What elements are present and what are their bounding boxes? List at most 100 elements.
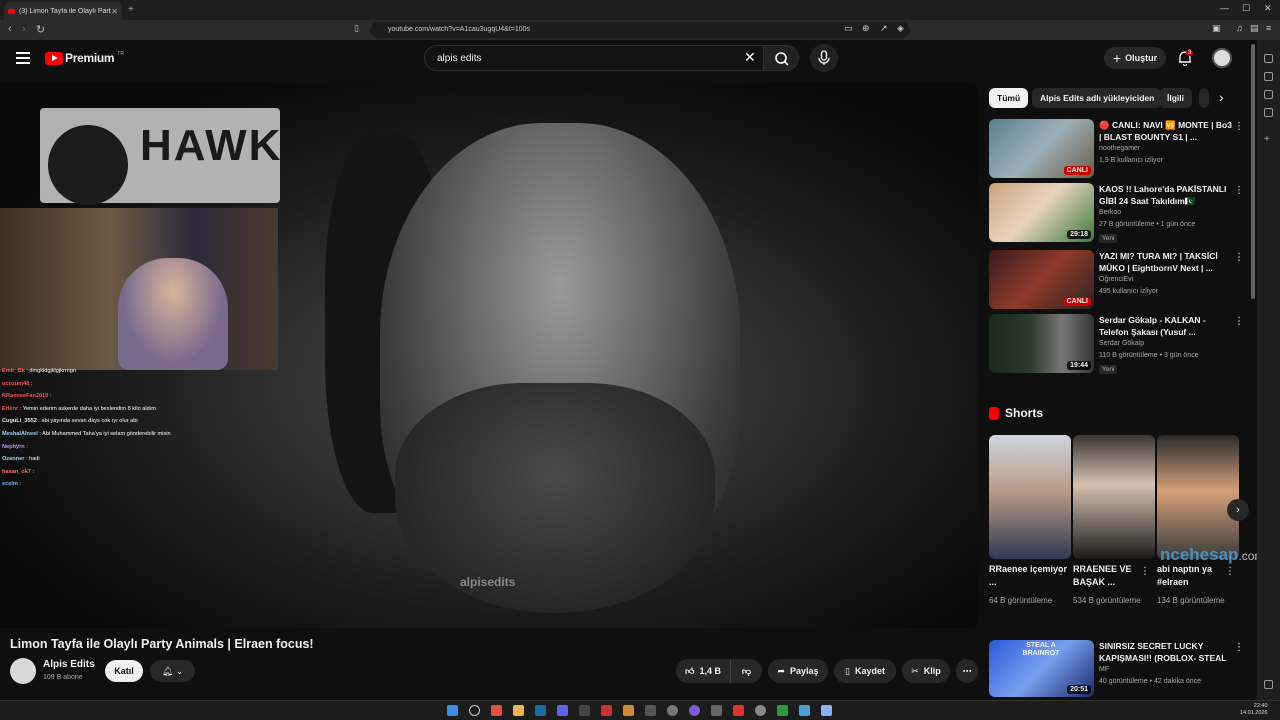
search-input[interactable]: alpis edits (424, 45, 764, 71)
shorts-logo-icon (989, 406, 999, 420)
save-label: Kaydet (854, 666, 885, 676)
video-player[interactable]: HAWK Emir_Bk : dmgkldgjklgjkrrngn ucozum4… (0, 83, 979, 628)
recommendation-item[interactable]: STEAL A BRAINROT 20:51 SINIRSIZ SECRET L… (989, 640, 1245, 700)
short-more-icon[interactable]: ⋮ (1225, 566, 1235, 577)
browser-tab[interactable]: (3) Limon Tayfa ile Olaylı Party A ✕ (4, 2, 122, 20)
maximize-icon[interactable]: ☐ (1242, 3, 1250, 14)
more-actions-button[interactable]: ⋯ (956, 659, 978, 683)
thumbnail-text: STEAL A BRAINROT (1022, 642, 1060, 657)
taskbar: 22:40 14.01.2026 (0, 700, 1280, 720)
close-window-icon[interactable]: ✕ (1264, 3, 1272, 14)
dislike-button[interactable]: 👎︎ (730, 659, 762, 683)
discord-icon[interactable] (557, 705, 568, 716)
hamburger-menu-icon[interactable] (16, 52, 30, 64)
like-button[interactable]: 👍︎ 1,4 B (676, 659, 730, 683)
steam-icon[interactable] (535, 705, 546, 716)
media-icon[interactable]: ♫ (1236, 23, 1243, 33)
create-button[interactable]: + Oluştur (1104, 47, 1166, 69)
share-page-icon[interactable]: ↗ (880, 23, 888, 34)
start-icon[interactable] (447, 705, 458, 716)
live-badge: CANLI (1063, 297, 1091, 306)
more-icon: ⋯ (962, 665, 972, 676)
channel-name[interactable]: Alpis Edits (43, 659, 95, 670)
sidebar-panel-icon[interactable] (1264, 90, 1273, 99)
chip-related[interactable]: İlgili (1159, 88, 1192, 108)
more-options-icon[interactable]: ⋮ (1234, 185, 1244, 196)
chat-text: abi yayında sevan days cok ıyı olur abi (41, 418, 138, 425)
chip-all[interactable]: Tümü (989, 88, 1029, 108)
app-icon[interactable] (821, 705, 832, 716)
chips-next-icon[interactable]: › (1219, 89, 1224, 105)
clip-button[interactable]: ✂ Klip (902, 659, 950, 683)
recommendation-item[interactable]: CANLI 🔴 CANLI: NAVI 🆚 MONTE | Bo3 | BLAS… (989, 119, 1245, 179)
new-tab-icon[interactable]: + (128, 4, 134, 15)
app-icon[interactable] (579, 705, 590, 716)
sidebar-panel-icon[interactable] (1264, 72, 1273, 81)
short-thumbnail[interactable] (1157, 435, 1239, 559)
recommendation-item[interactable]: CANLI YAZI MI? TURA MI? | TAKSİCİ MÜKO |… (989, 250, 1245, 310)
app-icon[interactable] (601, 705, 612, 716)
chat-message: Emir_Bk : dmgkldgjklgjkrrngn (2, 368, 77, 374)
short-more-icon[interactable]: ⋮ (1056, 566, 1066, 577)
youtube-favicon-icon (8, 8, 15, 14)
browser-sidebar: + (1257, 40, 1280, 700)
clear-search-icon[interactable]: ✕ (744, 49, 756, 66)
live-badge: CANLI (1063, 166, 1091, 175)
sidebar-toggle-icon[interactable]: ▣ (1212, 23, 1221, 34)
sidebar-panel-icon[interactable] (1264, 54, 1273, 63)
close-tab-icon[interactable]: ✕ (111, 7, 118, 16)
minimize-icon[interactable]: — (1220, 3, 1229, 13)
shorts-next-button[interactable]: › (1227, 499, 1249, 521)
settings-icon[interactable] (1264, 680, 1273, 689)
obs-icon[interactable] (689, 705, 700, 716)
share-button[interactable]: ➦ Paylaş (768, 659, 828, 683)
zoom-icon[interactable]: ⊕ (862, 23, 870, 34)
short-thumbnail[interactable] (989, 435, 1071, 559)
subscription-bell-button[interactable]: 🔔︎ ⌄ (150, 660, 195, 682)
app-icon[interactable] (645, 705, 656, 716)
app-icon[interactable] (733, 705, 744, 716)
chip-from-uploader[interactable]: Alpis Edits adlı yükleyiciden (1032, 88, 1163, 108)
app-icon[interactable] (623, 705, 634, 716)
page-scrollbar[interactable] (1251, 44, 1255, 299)
short-more-icon[interactable]: ⋮ (1140, 566, 1150, 577)
xbox-icon[interactable] (777, 705, 788, 716)
cast-icon[interactable]: ▭ (844, 23, 853, 34)
youtube-logo[interactable]: Premium TR (45, 51, 124, 65)
voice-search-button[interactable] (810, 44, 838, 72)
more-options-icon[interactable]: ⋮ (1234, 121, 1244, 132)
taskbar-search-icon[interactable] (469, 705, 480, 716)
app-icon[interactable] (799, 705, 810, 716)
channel-avatar[interactable] (10, 658, 36, 684)
recommendation-item[interactable]: 29:18 KAOS !! Lahore'da PAKİSTANLI GİBİ … (989, 183, 1245, 243)
recommendation-item[interactable]: 19:44 Serdar Gökalp - KALKAN - Telefon Ş… (989, 314, 1245, 374)
back-icon[interactable]: ‹ (8, 23, 12, 35)
shield-icon[interactable]: ◈ (897, 23, 904, 34)
short-thumbnail[interactable] (1073, 435, 1155, 559)
system-clock[interactable]: 22:40 14.01.2026 (1240, 703, 1268, 717)
url-field[interactable]: youtube.com/watch?v=A1cau3ugqU4&t=100s (370, 22, 910, 38)
join-button[interactable]: Katıl (105, 660, 143, 682)
explorer-icon[interactable] (513, 705, 524, 716)
chat-text: Abi Muhammed Taha'ya iyi selam gönderebi… (42, 430, 171, 437)
more-options-icon[interactable]: ⋮ (1234, 252, 1244, 263)
app-icon[interactable] (711, 705, 722, 716)
plus-icon: + (1112, 50, 1122, 66)
address-bar-row: ‹ › ↻ ▯ youtube.com/watch?v=A1cau3ugqU4&… (0, 20, 1280, 40)
brave-icon[interactable] (491, 705, 502, 716)
search-button[interactable] (763, 45, 799, 71)
more-options-icon[interactable]: ⋮ (1234, 316, 1244, 327)
save-button[interactable]: ▯ Kaydet (834, 659, 896, 683)
add-panel-icon[interactable]: + (1264, 134, 1270, 145)
reload-icon[interactable]: ↻ (36, 23, 45, 36)
account-avatar[interactable] (1212, 48, 1232, 68)
extensions-icon[interactable]: ▤ (1250, 23, 1259, 34)
app-icon[interactable] (667, 705, 678, 716)
forward-icon[interactable]: › (22, 23, 26, 35)
sidebar-panel-icon[interactable] (1264, 108, 1273, 117)
more-options-icon[interactable]: ⋮ (1234, 642, 1244, 653)
menu-icon[interactable]: ≡ (1266, 23, 1271, 33)
app-icon[interactable] (755, 705, 766, 716)
recommendation-thumbnail: CANLI (989, 250, 1094, 309)
bookmark-icon[interactable]: ▯ (354, 23, 359, 34)
